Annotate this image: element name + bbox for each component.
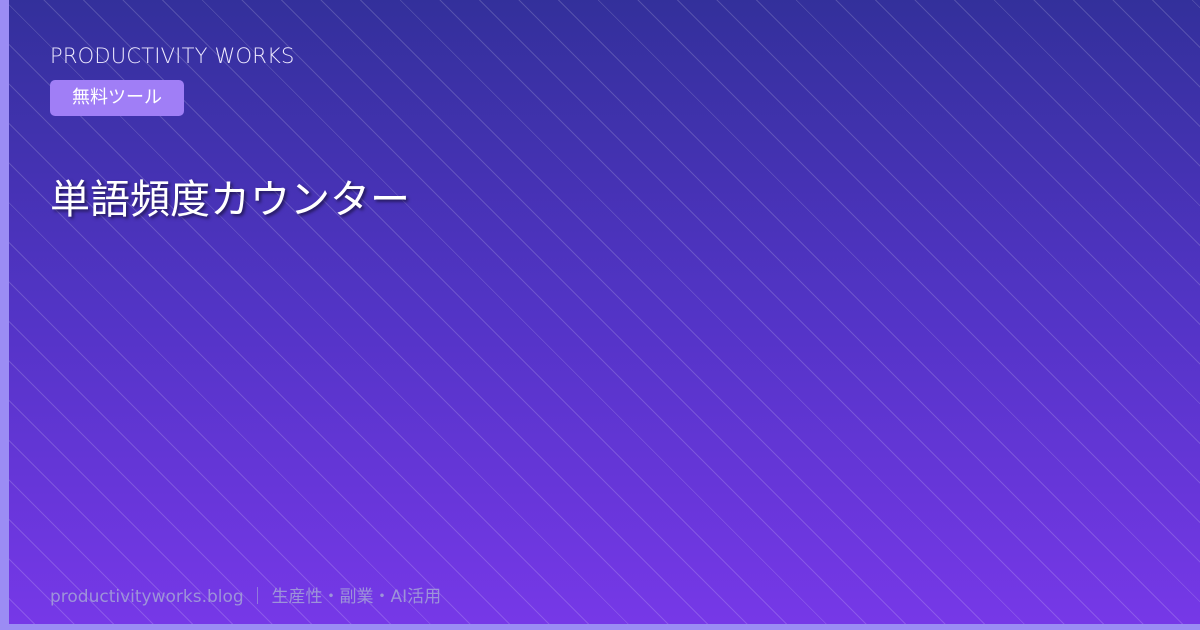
og-card: PRODUCTIVITY WORKS 無料ツール 単語頻度カウンター produ… <box>0 0 1200 630</box>
bottom-accent-bar <box>0 624 1200 630</box>
free-tool-badge: 無料ツール <box>50 80 184 116</box>
left-accent-bar <box>0 0 9 630</box>
page-title: 単語頻度カウンター <box>50 177 410 223</box>
footer-site-info: productivityworks.blog ｜ 生産性・副業・AI活用 <box>50 587 442 607</box>
badge-label: 無料ツール <box>72 87 162 108</box>
brand-name: PRODUCTIVITY WORKS <box>50 44 295 68</box>
